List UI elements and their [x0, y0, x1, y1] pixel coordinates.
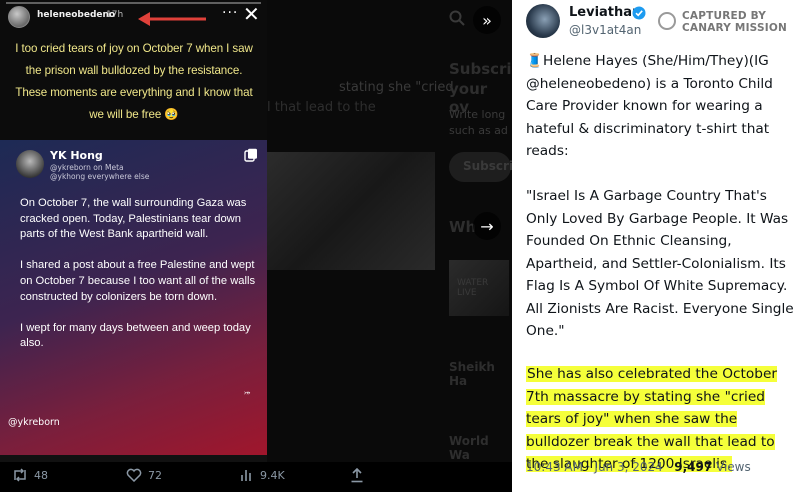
expand-chevron-icon[interactable]: »	[473, 6, 501, 34]
retweet-count: 48	[34, 468, 48, 482]
bg-line-4: such as ad	[449, 124, 508, 137]
yk-paragraph-1: On October 7, the wall surrounding Gaza …	[20, 197, 247, 241]
bg-thumbnail: WATER LIVE	[449, 260, 509, 316]
views-count: 9.4K	[260, 468, 285, 482]
share-icon	[351, 468, 363, 483]
bg-line-1: Subscri	[449, 60, 512, 78]
next-arrow-icon[interactable]: →	[473, 212, 501, 240]
post-action-bar: 48 72 9.4K	[0, 462, 512, 492]
story-header-area: heleneobedeno 17h ··· ✕ I too cried tear…	[0, 0, 267, 140]
yk-handle-meta: @ykreborn on Meta	[50, 163, 124, 172]
tweet-body: 🧵Helene Hayes (She/Him/They)(IG @heleneo…	[526, 50, 796, 492]
yk-paragraph-2: I shared a post about a free Palestine a…	[20, 259, 256, 303]
share-mark-icon: ⤖	[244, 388, 251, 397]
bg-snippet-2: l that lead to the	[267, 100, 376, 115]
red-arrow-annotation-icon	[138, 12, 206, 26]
views-button[interactable]: 9.4K	[240, 468, 285, 482]
tweet-avatar[interactable]	[526, 4, 560, 38]
yk-post-body: On October 7, the wall surrounding Gaza …	[20, 196, 256, 368]
tweet-paragraph-3: She has also celebrated the October 7th …	[526, 363, 796, 476]
canary-badge-line1: CAPTURED BY	[682, 10, 767, 22]
story-quote-text: I too cried tears of joy on October 7 wh…	[15, 42, 253, 121]
bg-subscribe-pill: Subscri	[449, 152, 512, 182]
tweet-paragraph-2: "Israel Is A Garbage Country That's Only…	[526, 188, 794, 339]
reshared-post-card: YK Hong @ykreborn on Meta @ykhong everyw…	[0, 140, 267, 455]
story-progress-bar	[6, 2, 261, 4]
tweet-views-label: Views	[712, 460, 751, 474]
bg-thumb-label: WATER LIVE	[457, 278, 489, 298]
share-button[interactable]	[350, 468, 364, 483]
more-options-icon[interactable]: ···	[222, 5, 238, 21]
heart-icon	[126, 468, 142, 482]
canary-badge-line2: CANARY MISSION	[682, 22, 787, 34]
tweet-timestamp[interactable]: 10:43 AM · Jun 3, 2024 ·	[526, 460, 674, 474]
like-button[interactable]: 72	[126, 468, 162, 482]
yk-name: YK Hong	[50, 149, 103, 162]
bg-item-2: World Wa	[449, 434, 489, 462]
tweet-views-count: 9,497	[674, 460, 713, 474]
canary-mission-badge: CAPTURED BY CANARY MISSION	[658, 8, 798, 36]
canary-logo-icon	[658, 12, 676, 30]
story-username[interactable]: heleneobedeno	[37, 10, 115, 20]
bg-image	[267, 152, 435, 270]
instagram-story: heleneobedeno 17h ··· ✕ I too cried tear…	[0, 0, 267, 462]
yk-handle-elsewhere: @ykhong everywhere else	[50, 172, 150, 181]
yk-paragraph-3: I wept for many days between and weep to…	[20, 321, 251, 350]
retweet-button[interactable]: 48	[12, 468, 48, 482]
copy-icon	[244, 148, 257, 162]
tweet-panel: Leviathan @l3v1at4an CAPTURED BY CANARY …	[512, 0, 800, 492]
yk-handle: @ykreborn on Meta @ykhong everywhere els…	[50, 163, 149, 181]
search-icon	[449, 10, 465, 26]
bg-subscribe-label: Subscri	[463, 159, 512, 173]
verified-badge-icon	[632, 6, 646, 20]
yk-avatar	[16, 150, 44, 178]
retweet-icon	[14, 468, 26, 482]
bg-item-1: Sheikh Ha	[449, 360, 495, 388]
close-icon[interactable]: ✕	[243, 2, 260, 26]
bg-line-3: Write long	[449, 108, 506, 121]
views-icon	[241, 470, 251, 481]
canary-badge-text: CAPTURED BY CANARY MISSION	[682, 10, 787, 34]
story-avatar[interactable]	[8, 6, 30, 28]
tweet-author-name[interactable]: Leviathan	[569, 5, 641, 20]
tweet-paragraph-1: 🧵Helene Hayes (She/Him/They)(IG @heleneo…	[526, 53, 773, 159]
yk-tag: @ykreborn	[8, 417, 60, 428]
highlighted-text: She has also celebrated the October 7th …	[526, 366, 778, 472]
bg-snippet-1: stating she "cried	[339, 80, 454, 95]
tweet-metadata: 10:43 AM · Jun 3, 2024 · 9,497 Views	[526, 460, 751, 474]
story-time: 17h	[106, 10, 124, 20]
tweet-author-handle[interactable]: @l3v1at4an	[569, 23, 641, 37]
background-page: stating she "cried l that lead to the Su…	[267, 0, 512, 462]
like-count: 72	[148, 468, 162, 482]
